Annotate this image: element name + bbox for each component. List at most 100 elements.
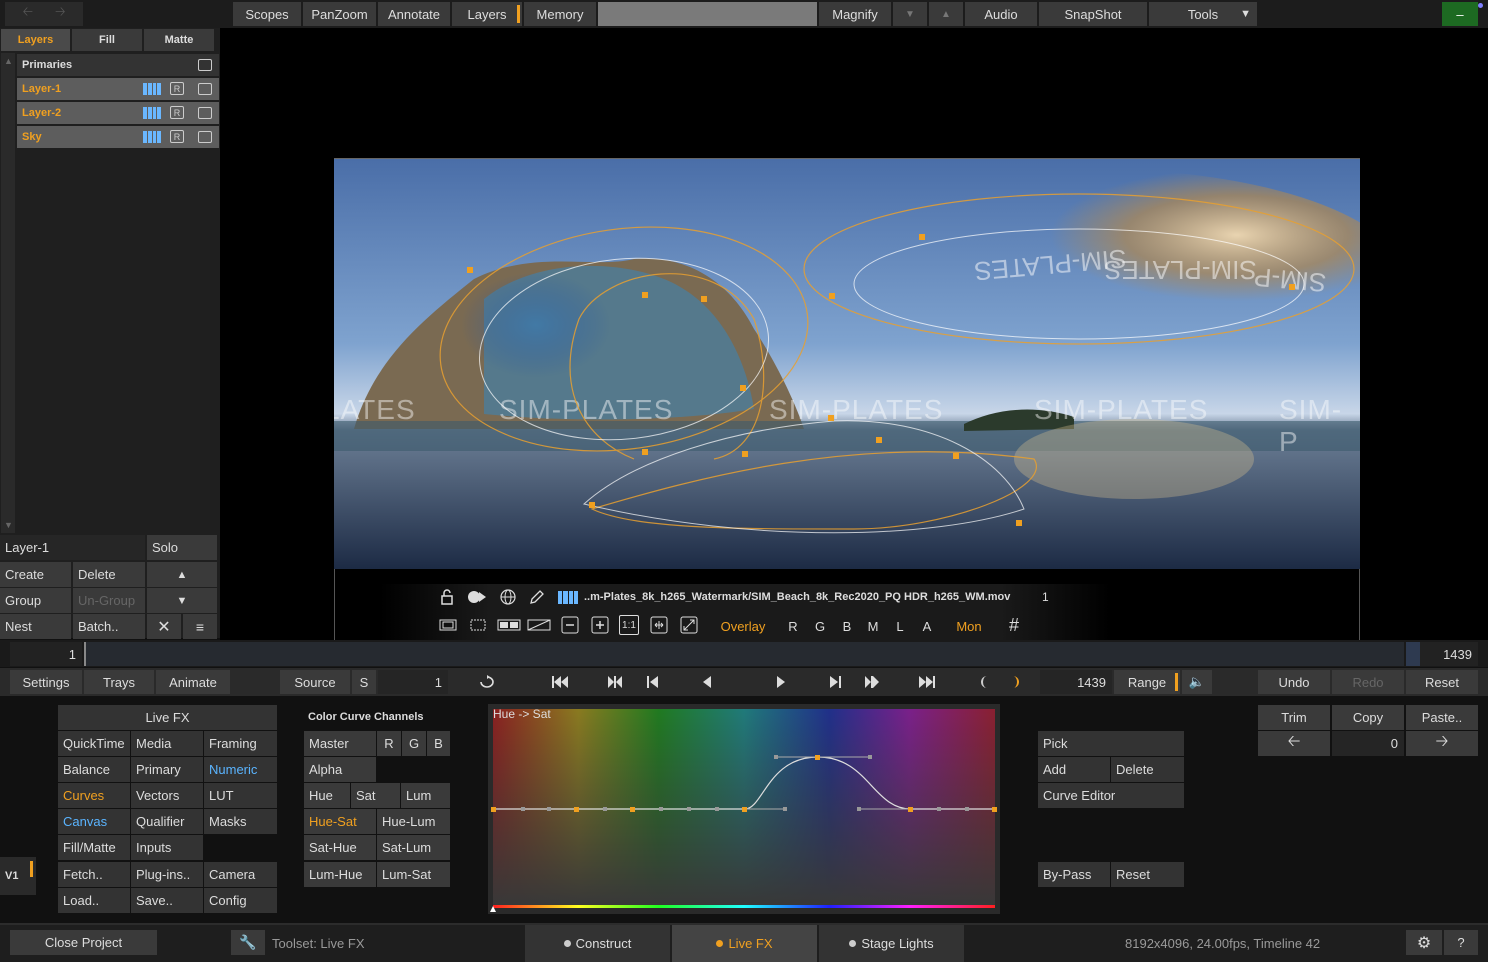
grid-icon[interactable]: #	[1004, 615, 1024, 635]
channel-b-button[interactable]: B	[838, 617, 856, 635]
arrow-right-icon[interactable]: 🡢	[55, 3, 66, 25]
range-button[interactable]: Range	[1114, 670, 1180, 694]
zoom-out-icon[interactable]	[560, 615, 580, 635]
s-button[interactable]: S	[352, 670, 376, 694]
wipe-icon[interactable]	[526, 616, 552, 634]
quicktime-button[interactable]: QuickTime	[58, 731, 130, 756]
config-button[interactable]: Config	[204, 888, 277, 913]
split-view-icon[interactable]	[496, 616, 522, 634]
bypass-button[interactable]: By-Pass	[1038, 862, 1110, 887]
alpha-button[interactable]: Alpha	[304, 757, 376, 782]
lum-button[interactable]: Lum	[401, 783, 450, 808]
animate-button[interactable]: Animate	[156, 670, 230, 694]
layer-row[interactable]: Layer-2 R	[17, 102, 219, 124]
timeline-scrubber[interactable]	[84, 642, 1404, 666]
move-down-icon[interactable]: ▼	[147, 588, 217, 613]
channel-g-button[interactable]: G	[402, 731, 426, 756]
channels-icon[interactable]	[143, 83, 161, 95]
step-forward-icon[interactable]	[818, 670, 852, 694]
audio-button[interactable]: Audio	[965, 2, 1037, 26]
arrow-right-icon[interactable]: 🡢	[1406, 731, 1478, 756]
tab-construct[interactable]: Construct	[525, 925, 670, 962]
sat-hue-button[interactable]: Sat-Hue	[304, 835, 376, 860]
panzoom-button[interactable]: PanZoom	[303, 2, 376, 26]
layer-row[interactable]: Layer-1 R	[17, 78, 219, 100]
overlay-button[interactable]: Overlay	[714, 617, 772, 635]
channel-r-button[interactable]: R	[377, 731, 401, 756]
help-button[interactable]: ?	[1444, 930, 1478, 955]
sat-button[interactable]: Sat	[351, 783, 400, 808]
go-to-start-icon[interactable]	[543, 670, 577, 694]
visibility-icon[interactable]	[198, 59, 212, 71]
hue-lum-button[interactable]: Hue-Lum	[377, 809, 450, 834]
layers-scrollbar[interactable]: ▲ ▼	[1, 53, 15, 533]
tab-matte[interactable]: Matte	[144, 29, 214, 51]
fetch-button[interactable]: Fetch..	[58, 862, 130, 887]
hue-sat-button[interactable]: Hue-Sat	[304, 809, 376, 834]
source-button[interactable]: Source	[280, 670, 350, 694]
memory-slot[interactable]	[598, 2, 817, 26]
hue-button[interactable]: Hue	[304, 783, 350, 808]
tab-layers[interactable]: Layers	[1, 29, 70, 51]
close-icon[interactable]: ✕	[147, 614, 181, 639]
r-toggle-icon[interactable]: R	[170, 130, 184, 143]
delete-button[interactable]: Delete	[73, 562, 145, 587]
trim-button[interactable]: Trim	[1258, 705, 1330, 730]
fullscreen-icon[interactable]	[679, 615, 699, 635]
channels-icon[interactable]	[143, 107, 161, 119]
paste-button[interactable]: Paste..	[1406, 705, 1478, 730]
sat-lum-button[interactable]: Sat-Lum	[377, 835, 450, 860]
camera-button[interactable]: Camera	[204, 862, 277, 887]
magnify-down-icon[interactable]: ▼	[893, 2, 927, 26]
vectors-button[interactable]: Vectors	[131, 783, 203, 808]
curve-reset-button[interactable]: Reset	[1111, 862, 1184, 887]
batch-button[interactable]: Batch..	[73, 614, 145, 639]
magnify-button[interactable]: Magnify	[819, 2, 891, 26]
primary-button[interactable]: Primary	[131, 757, 203, 782]
pick-button[interactable]: Pick	[1038, 731, 1184, 756]
zoom-in-icon[interactable]	[590, 615, 610, 635]
curves-button[interactable]: Curves	[58, 783, 130, 808]
snapshot-button[interactable]: SnapShot	[1039, 2, 1147, 26]
nest-button[interactable]: Nest	[0, 614, 71, 639]
save-button[interactable]: Save..	[131, 888, 203, 913]
plugins-button[interactable]: Plug-ins..	[131, 862, 203, 887]
current-frame-field[interactable]: 1	[378, 670, 448, 694]
step-back-icon[interactable]	[636, 670, 670, 694]
prev-keyframe-icon[interactable]	[598, 670, 632, 694]
visibility-icon[interactable]	[198, 131, 212, 143]
record-icon[interactable]	[466, 588, 488, 606]
trays-button[interactable]: Trays	[84, 670, 154, 694]
ungroup-button[interactable]: Un-Group	[73, 588, 145, 613]
fill-matte-button[interactable]: Fill/Matte	[58, 835, 130, 860]
zoom-1to1-button[interactable]: 1:1	[619, 615, 639, 635]
curve-editor-button[interactable]: Curve Editor	[1038, 783, 1184, 808]
end-frame-field[interactable]: 1439	[1040, 670, 1112, 694]
channels-icon[interactable]	[143, 131, 161, 143]
visibility-icon[interactable]	[198, 107, 212, 119]
annotate-button[interactable]: Annotate	[378, 2, 450, 26]
visibility-icon[interactable]	[198, 83, 212, 95]
channel-b-button[interactable]: B	[427, 731, 450, 756]
memory-button[interactable]: Memory	[524, 2, 596, 26]
mark-in-icon[interactable]	[968, 670, 998, 694]
mon-button[interactable]: Mon	[950, 617, 988, 635]
numeric-button[interactable]: Numeric	[204, 757, 277, 782]
arrow-left-icon[interactable]: 🡠	[1258, 731, 1330, 756]
delete-point-button[interactable]: Delete	[1111, 757, 1184, 782]
r-toggle-icon[interactable]: R	[170, 82, 184, 95]
safe-area-icon[interactable]	[438, 616, 458, 634]
move-up-icon[interactable]: ▲	[147, 562, 217, 587]
tools-button[interactable]: Tools ▼	[1149, 2, 1257, 26]
balance-button[interactable]: Balance	[58, 757, 130, 782]
go-to-end-icon[interactable]	[910, 670, 944, 694]
fit-icon[interactable]	[649, 615, 669, 635]
menu-icon[interactable]: ≡	[183, 614, 217, 639]
lum-hue-button[interactable]: Lum-Hue	[304, 862, 376, 887]
tab-fill[interactable]: Fill	[72, 29, 142, 51]
layers-button[interactable]: Layers	[452, 2, 522, 26]
lum-sat-button[interactable]: Lum-Sat	[377, 862, 450, 887]
current-layer-field[interactable]: Layer-1	[0, 535, 145, 560]
mark-out-icon[interactable]	[1002, 670, 1032, 694]
solo-button[interactable]: Solo	[147, 535, 217, 560]
